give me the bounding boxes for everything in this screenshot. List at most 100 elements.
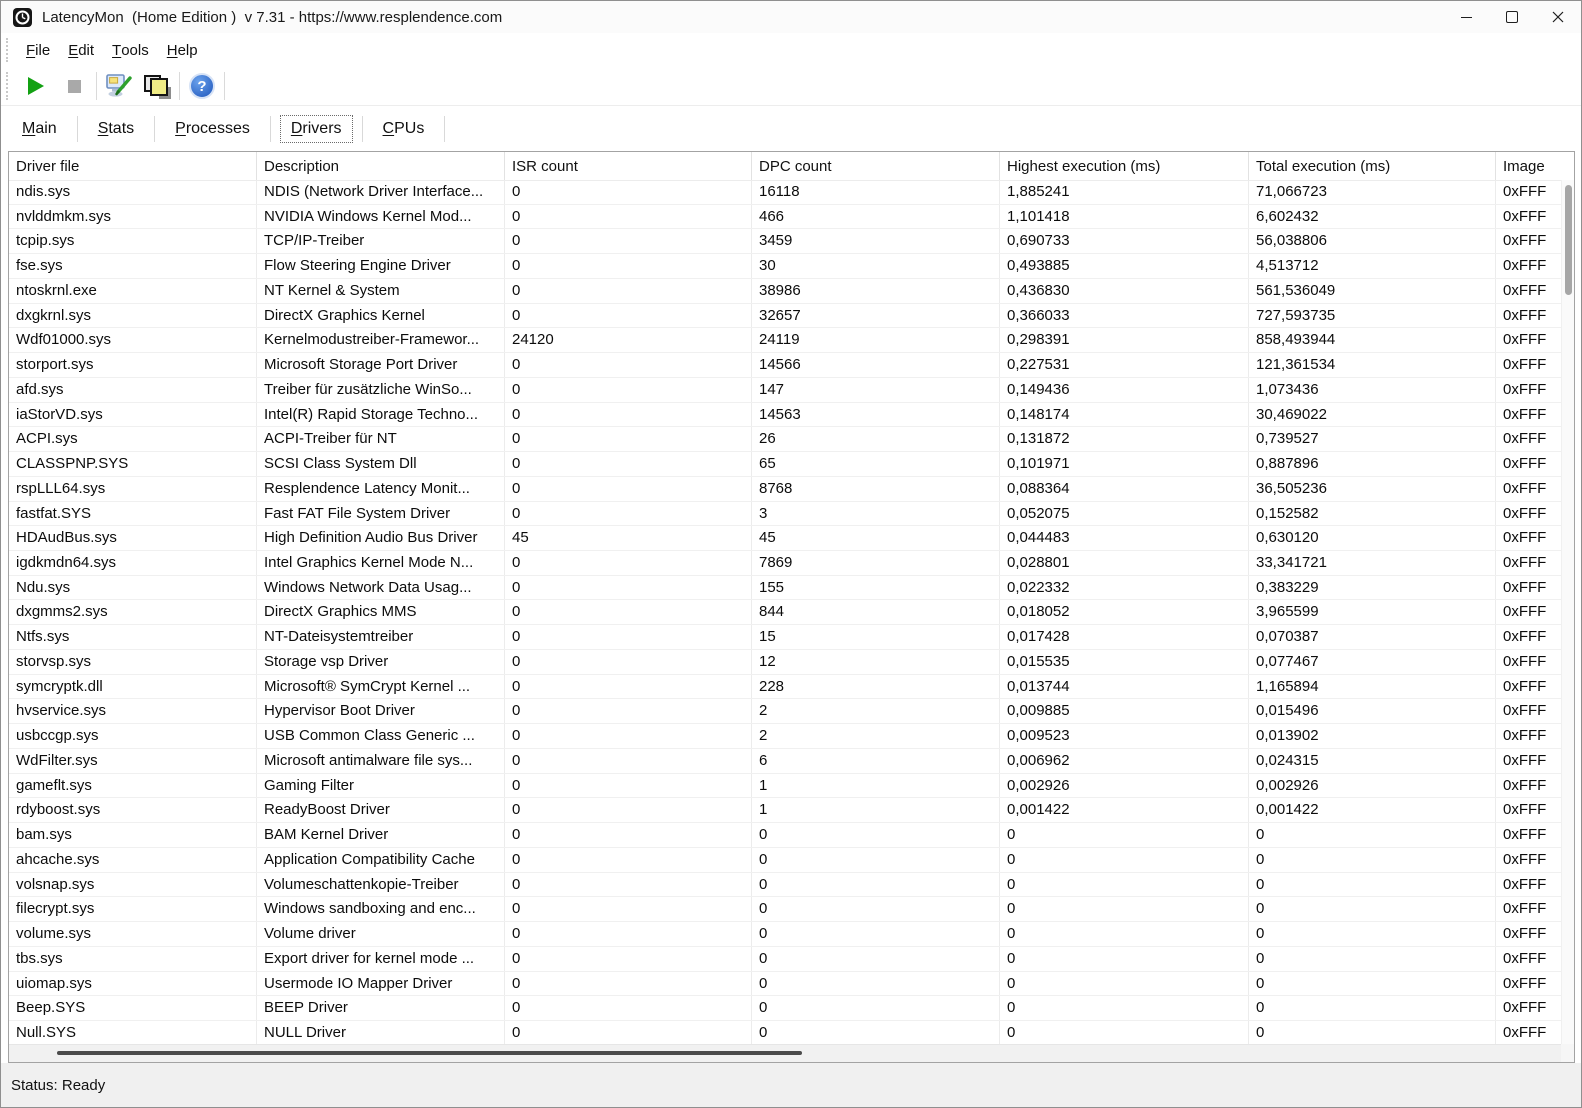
table-row[interactable]: Wdf01000.sys Kernelmodustreiber-Framewor… [9,328,1561,353]
cell-driver-file: tbs.sys [9,947,257,971]
table-row[interactable]: Null.SYS NULL Driver 0 0 0 0 0xFFF [9,1021,1561,1044]
cell-isr-count: 0 [505,996,752,1020]
table-row[interactable]: usbccgp.sys USB Common Class Generic ...… [9,724,1561,749]
cell-driver-file: storvsp.sys [9,650,257,674]
cell-description: BAM Kernel Driver [257,823,505,847]
column-header-driver-file[interactable]: Driver file [9,152,257,180]
column-header-description[interactable]: Description [257,152,505,180]
cell-driver-file: Ndu.sys [9,576,257,600]
tab-stats[interactable]: Stats [87,115,145,143]
toolbar-gripper[interactable] [6,72,8,100]
menu-edit[interactable]: Edit [59,33,103,67]
options-button[interactable] [100,70,138,102]
table-row[interactable]: fastfat.SYS Fast FAT File System Driver … [9,502,1561,527]
table-row[interactable]: tbs.sys Export driver for kernel mode ..… [9,947,1561,972]
column-header-image[interactable]: Image [1496,152,1561,180]
cell-image: 0xFFF [1496,996,1561,1020]
table-row[interactable]: afd.sys Treiber für zusätzliche WinSo...… [9,378,1561,403]
cell-total-execution: 0,070387 [1249,625,1496,649]
column-header-isr-count[interactable]: ISR count [505,152,752,180]
table-row[interactable]: fse.sys Flow Steering Engine Driver 0 30… [9,254,1561,279]
table-row[interactable]: storvsp.sys Storage vsp Driver 0 12 0,01… [9,650,1561,675]
cell-driver-file: hvservice.sys [9,699,257,723]
table-row[interactable]: Ndu.sys Windows Network Data Usag... 0 1… [9,576,1561,601]
table-row[interactable]: Ntfs.sys NT-Dateisystemtreiber 0 15 0,01… [9,625,1561,650]
table-row[interactable]: uiomap.sys Usermode IO Mapper Driver 0 0… [9,972,1561,997]
menu-file[interactable]: File [17,33,59,67]
maximize-button[interactable] [1489,1,1535,33]
cell-isr-count: 0 [505,625,752,649]
cell-description: NVIDIA Windows Kernel Mod... [257,205,505,229]
table-row[interactable]: rdyboost.sys ReadyBoost Driver 0 1 0,001… [9,798,1561,823]
horizontal-scrollbar-thumb[interactable] [57,1051,802,1055]
table-row[interactable]: ahcache.sys Application Compatibility Ca… [9,848,1561,873]
table-row[interactable]: rspLLL64.sys Resplendence Latency Monit.… [9,477,1561,502]
table-row[interactable]: WdFilter.sys Microsoft antimalware file … [9,749,1561,774]
cell-driver-file: WdFilter.sys [9,749,257,773]
tab-processes[interactable]: Processes [164,115,261,143]
cell-isr-count: 0 [505,675,752,699]
menubar-gripper[interactable] [6,38,8,62]
table-row[interactable]: storport.sys Microsoft Storage Port Driv… [9,353,1561,378]
table-header: Driver file Description ISR count DPC co… [9,152,1561,181]
table-row[interactable]: gameflt.sys Gaming Filter 0 1 0,002926 0… [9,774,1561,799]
column-header-highest-execution[interactable]: Highest execution (ms) [1000,152,1249,180]
title-bar[interactable]: LatencyMon (Home Edition ) v 7.31 - http… [1,1,1581,33]
table-row[interactable]: hvservice.sys Hypervisor Boot Driver 0 2… [9,699,1561,724]
cell-isr-count: 0 [505,254,752,278]
stop-monitor-button[interactable] [55,70,93,102]
vertical-scrollbar-thumb[interactable] [1565,185,1572,295]
table-row[interactable]: filecrypt.sys Windows sandboxing and enc… [9,897,1561,922]
table-row[interactable]: CLASSPNP.SYS SCSI Class System Dll 0 65 … [9,452,1561,477]
horizontal-scrollbar[interactable] [9,1044,1561,1062]
scrollbar-corner [1561,1044,1574,1062]
help-button[interactable] [183,70,221,102]
table-row[interactable]: volsnap.sys Volumeschattenkopie-Treiber … [9,873,1561,898]
cell-image: 0xFFF [1496,922,1561,946]
table-row[interactable]: ntoskrnl.exe NT Kernel & System 0 38986 … [9,279,1561,304]
cell-isr-count: 0 [505,848,752,872]
cell-dpc-count: 0 [752,996,1000,1020]
cell-driver-file: tcpip.sys [9,229,257,253]
column-header-dpc-count[interactable]: DPC count [752,152,1000,180]
cell-driver-file: Beep.SYS [9,996,257,1020]
table-row[interactable]: ACPI.sys ACPI-Treiber für NT 0 26 0,1318… [9,427,1561,452]
cell-isr-count: 0 [505,353,752,377]
cell-driver-file: usbccgp.sys [9,724,257,748]
menu-tools[interactable]: Tools [103,33,158,67]
cell-description: Usermode IO Mapper Driver [257,972,505,996]
cell-total-execution: 858,493944 [1249,328,1496,352]
menu-help[interactable]: Help [158,33,207,67]
column-header-total-execution[interactable]: Total execution (ms) [1249,152,1496,180]
maximize-icon [1506,11,1518,23]
close-button[interactable] [1535,1,1581,33]
table-row[interactable]: nvlddmkm.sys NVIDIA Windows Kernel Mod..… [9,205,1561,230]
table-row[interactable]: iaStorVD.sys Intel(R) Rapid Storage Tech… [9,403,1561,428]
app-icon[interactable] [13,8,32,27]
table-row[interactable]: volume.sys Volume driver 0 0 0 0 0xFFF [9,922,1561,947]
cell-highest-execution: 0 [1000,1021,1249,1044]
cell-highest-execution: 0,017428 [1000,625,1249,649]
table-row[interactable]: ndis.sys NDIS (Network Driver Interface.… [9,180,1561,205]
cell-dpc-count: 14566 [752,353,1000,377]
tab-main[interactable]: Main [11,115,68,143]
vertical-scrollbar[interactable] [1561,180,1574,1044]
table-row[interactable]: Beep.SYS BEEP Driver 0 0 0 0 0xFFF [9,996,1561,1021]
table-row[interactable]: bam.sys BAM Kernel Driver 0 0 0 0 0xFFF [9,823,1561,848]
cell-driver-file: ntoskrnl.exe [9,279,257,303]
cell-description: Gaming Filter [257,774,505,798]
cell-highest-execution: 0,149436 [1000,378,1249,402]
start-monitor-button[interactable] [17,70,55,102]
tab-drivers[interactable]: Drivers [280,115,353,143]
copy-report-button[interactable] [138,70,176,102]
table-row[interactable]: tcpip.sys TCP/IP-Treiber 0 3459 0,690733… [9,229,1561,254]
table-row[interactable]: igdkmdn64.sys Intel Graphics Kernel Mode… [9,551,1561,576]
tab-cpus[interactable]: CPUs [372,115,436,143]
cell-dpc-count: 1 [752,774,1000,798]
table-row[interactable]: dxgmms2.sys DirectX Graphics MMS 0 844 0… [9,600,1561,625]
cell-total-execution: 0 [1249,972,1496,996]
table-row[interactable]: HDAudBus.sys High Definition Audio Bus D… [9,526,1561,551]
table-row[interactable]: dxgkrnl.sys DirectX Graphics Kernel 0 32… [9,304,1561,329]
table-row[interactable]: symcryptk.dll Microsoft® SymCrypt Kernel… [9,675,1561,700]
minimize-button[interactable] [1443,1,1489,33]
